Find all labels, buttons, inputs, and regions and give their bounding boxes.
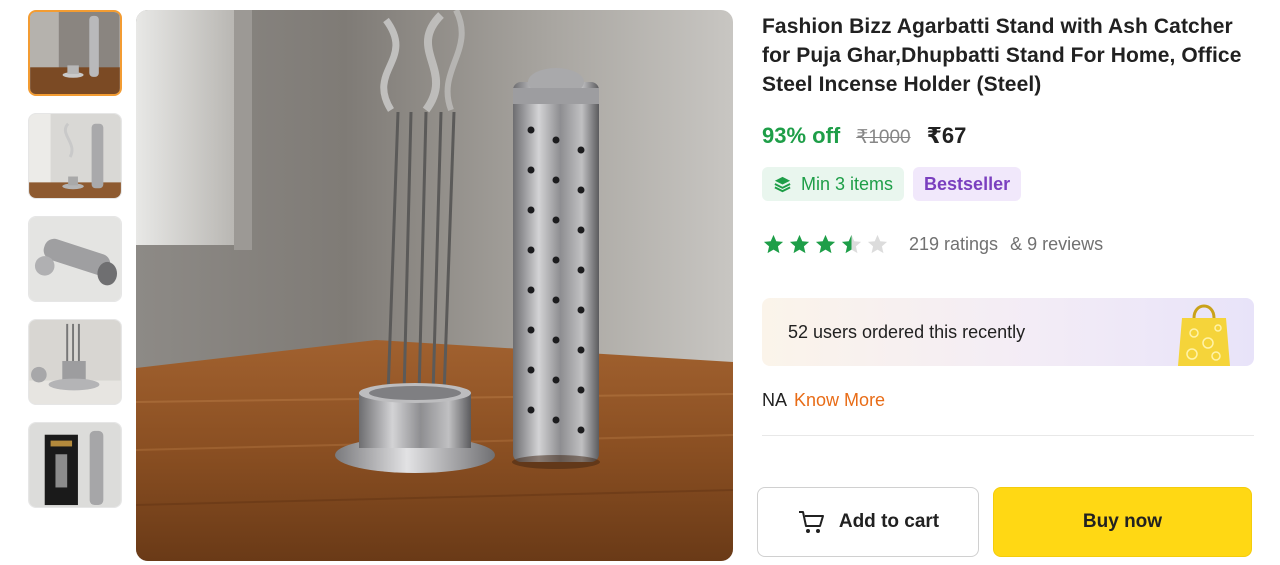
bestseller-badge: Bestseller [913,167,1022,201]
divider [762,435,1254,436]
star-rating [762,233,889,256]
ratings-count: 219 ratings [909,234,999,254]
star-icon [815,234,836,254]
price-row: 93% off ₹1000 ₹67 [762,123,1254,149]
star-icon [763,234,784,254]
recent-orders-text: 52 users ordered this recently [788,321,1026,342]
thumbnail-3-image [29,217,121,301]
know-more-link[interactable]: Know More [794,390,885,410]
star-icon [789,234,810,254]
discount-label: 93% off [762,123,841,148]
thumbnail-1-image [30,12,120,94]
add-to-cart-label: Add to cart [838,511,940,532]
add-to-cart-button[interactable]: Add to cart [757,487,979,557]
selling-price: ₹67 [926,123,967,148]
thumbnail-5[interactable] [28,422,122,508]
product-title: Fashion Bizz Agarbatti Stand with Ash Ca… [762,15,1242,96]
badge-row: Min 3 items Bestseller [762,167,1254,201]
shopping-bag-icon [1178,304,1230,366]
min-items-badge: Min 3 items [762,167,905,201]
buy-now-button[interactable]: Buy now [993,487,1252,557]
min-items-label: Min 3 items [801,173,894,194]
thumbnail-4[interactable] [28,319,122,405]
thumbnail-1[interactable] [28,10,122,96]
bestseller-label: Bestseller [924,173,1011,194]
star-icon [867,234,888,254]
thumbnail-list [28,10,124,525]
thumbnail-5-image [29,423,121,507]
recent-orders-banner: 52 users ordered this recently [762,298,1254,366]
thumbnail-3[interactable] [28,216,122,302]
delivery-info: NA Know More [762,390,1254,411]
product-details: Fashion Bizz Agarbatti Stand with Ash Ca… [762,12,1254,436]
thumbnail-2-image [29,114,121,198]
reviews-count: & 9 reviews [1010,234,1104,254]
thumbnail-4-image [29,320,121,404]
buy-now-label: Buy now [1082,511,1163,532]
cart-icon [797,509,825,535]
action-buttons: Add to cart Buy now [757,487,1253,557]
incense-holder-illustration [136,10,733,561]
rating-row[interactable]: 219 ratings & 9 reviews [762,233,1254,256]
main-product-image[interactable] [136,10,733,561]
mrp-price: ₹1000 [856,127,911,148]
thumbnail-2[interactable] [28,113,122,199]
star-icon [841,234,862,254]
delivery-status: NA [762,390,788,410]
layers-icon [773,175,792,194]
